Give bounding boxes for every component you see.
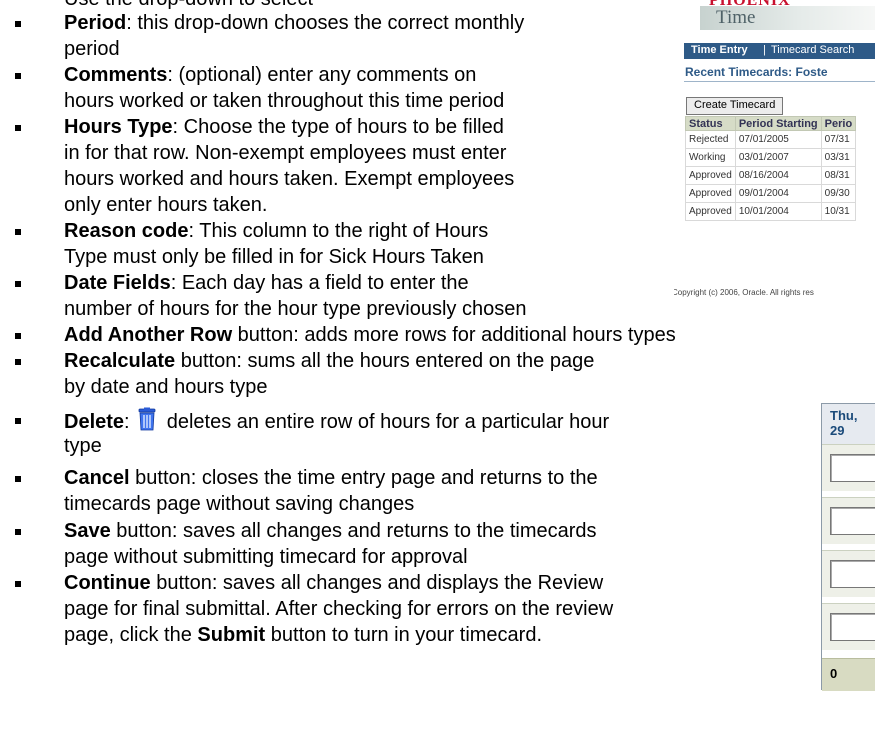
date-cell [822, 497, 875, 544]
term-label: Cancel [64, 467, 130, 489]
hours-input[interactable] [830, 454, 875, 482]
tab-timecard-search[interactable]: Timecard Search [771, 44, 854, 56]
date-cell [822, 550, 875, 597]
period-end-cell: 09/30 [820, 184, 857, 203]
tab-bar: Time Entry | Timecard Search [684, 43, 875, 59]
bullet-marker [15, 418, 21, 424]
app-title: Time [716, 7, 756, 28]
period-start-cell: 07/01/2005 [734, 130, 822, 149]
term-label: Continue [64, 572, 151, 594]
submit-term: Submit [197, 624, 266, 646]
table-row[interactable]: Working 03/01/2007 03/31 [685, 148, 857, 167]
bullet-marker [15, 476, 21, 482]
copyright-text: Copyright (c) 2006, Oracle. All rights r… [674, 288, 814, 297]
status-cell: Working [685, 148, 736, 167]
period-end-cell: 08/31 [820, 166, 857, 185]
term-label: Hours Type [64, 116, 173, 138]
column-header-period-starting[interactable]: Period Starting [734, 116, 822, 131]
date-cell [822, 444, 875, 491]
table-row[interactable]: Approved 08/16/2004 08/31 [685, 166, 857, 185]
tab-separator: | [763, 44, 766, 56]
term-label: Save [64, 520, 111, 542]
term-label: Comments [64, 64, 168, 86]
app-header-bar: Time [700, 6, 875, 30]
period-start-cell: 03/01/2007 [734, 148, 822, 167]
term-label: Period [64, 12, 127, 34]
period-end-cell: 03/31 [820, 148, 857, 167]
date-cell [822, 603, 875, 650]
term-label: Reason code [64, 220, 189, 242]
date-total-row: 0 [822, 658, 875, 691]
hours-input[interactable] [830, 560, 875, 588]
hours-input[interactable] [830, 507, 875, 535]
term-label: Recalculate [64, 350, 176, 372]
table-row[interactable]: Approved 09/01/2004 09/30 [685, 184, 857, 203]
bullet-marker [15, 125, 21, 131]
status-cell: Approved [685, 184, 736, 203]
term-label: Add Another Row [64, 324, 233, 346]
status-cell: Rejected [685, 130, 736, 149]
period-start-cell: 09/01/2004 [734, 184, 822, 203]
hours-input[interactable] [830, 613, 875, 641]
bullet-marker [15, 281, 21, 287]
status-cell: Approved [685, 202, 736, 221]
bullet-marker [15, 73, 21, 79]
bullet-marker [15, 529, 21, 535]
timecards-table: Status Period Starting Perio Rejected 07… [685, 116, 857, 221]
section-title: Recent Timecards: Foste [685, 65, 828, 79]
create-timecard-button[interactable]: Create Timecard [686, 97, 784, 115]
date-header-label: Thu, 29 [830, 408, 858, 438]
table-header-row: Status Period Starting Perio [685, 116, 857, 131]
table-row[interactable]: Rejected 07/01/2005 07/31 [685, 130, 857, 149]
timecards-screenshot: PHOENIX Time Time Entry | Timecard Searc… [674, 0, 875, 306]
date-column-header: Thu, 29 [822, 404, 875, 444]
period-end-cell: 07/31 [820, 130, 857, 149]
column-header-status[interactable]: Status [685, 116, 736, 131]
period-start-cell: 08/16/2004 [734, 166, 822, 185]
period-end-cell: 10/31 [820, 202, 857, 221]
bullet-marker [15, 581, 21, 587]
status-cell: Approved [685, 166, 736, 185]
term-label: Delete [64, 411, 125, 433]
bullet-marker [15, 21, 21, 27]
period-start-cell: 10/01/2004 [734, 202, 822, 221]
tab-time-entry[interactable]: Time Entry [691, 44, 748, 56]
table-row[interactable]: Approved 10/01/2004 10/31 [685, 202, 857, 221]
trash-icon [138, 407, 156, 431]
bullet-marker [15, 359, 21, 365]
term-label: Date Fields [64, 272, 171, 294]
date-column-screenshot: Thu, 29 0 [821, 403, 875, 691]
date-total-value: 0 [830, 666, 838, 681]
bullet-marker [15, 333, 21, 339]
bullet-marker [15, 229, 21, 235]
column-header-period-ending[interactable]: Perio [820, 116, 857, 131]
